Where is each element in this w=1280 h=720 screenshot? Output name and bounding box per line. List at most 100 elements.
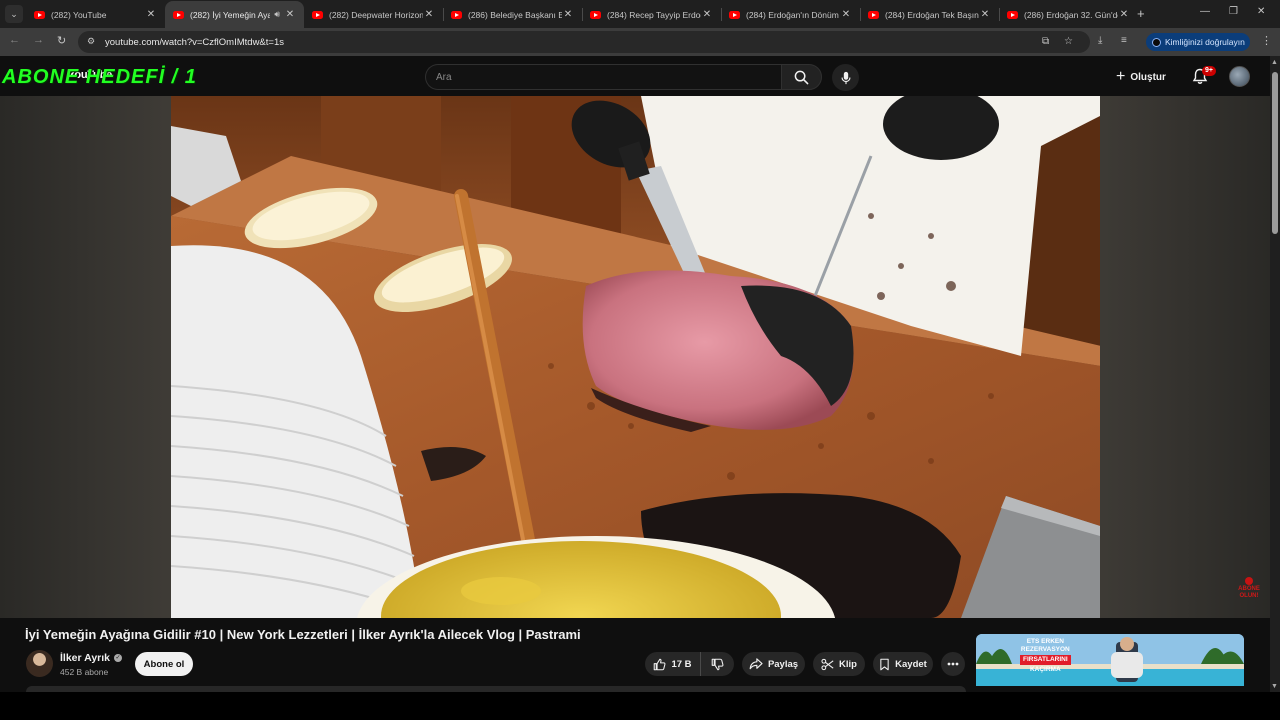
tab-close-icon[interactable]: ✕ bbox=[562, 9, 574, 20]
browser-menu-icon[interactable]: ⋮ bbox=[1261, 34, 1272, 47]
browser-tab[interactable]: (284) Erdoğan'ın Dönüm ✕ bbox=[721, 1, 860, 28]
bookmark-star-icon[interactable]: ☆ bbox=[1064, 36, 1073, 47]
ad-hotel-pool-image bbox=[976, 634, 1244, 692]
sponsored-ad-card[interactable]: ETS ERKEN REZERVASYON FIRSATLARINI KAÇIR… bbox=[976, 634, 1244, 692]
reload-icon[interactable]: ↻ bbox=[57, 34, 66, 47]
forward-arrow-icon[interactable]: → bbox=[33, 34, 44, 46]
verify-identity-button[interactable]: Kimliğinizi doğrulayın bbox=[1146, 33, 1250, 51]
dislike-button[interactable] bbox=[701, 652, 734, 676]
search-placeholder: Ara bbox=[436, 72, 452, 83]
browser-tab[interactable]: (284) Erdoğan Tek Başına ✕ bbox=[860, 1, 999, 28]
tab-list: (282) YouTube ✕ (282) İyi Yemeğin Ayağ 🔊… bbox=[26, 1, 1138, 28]
browser-toolbar: ← → ↻ ⚙ youtube.com/watch?v=CzflOmIMtdw&… bbox=[0, 28, 1280, 56]
browser-tabstrip: ⌄ (282) YouTube ✕ (282) İyi Yemeğin Ayağ… bbox=[0, 0, 1280, 28]
window-close-icon[interactable]: ✕ bbox=[1257, 6, 1265, 17]
create-button[interactable]: + Oluştur bbox=[1116, 64, 1166, 90]
youtube-favicon-icon bbox=[34, 10, 45, 19]
abone-olun-watermark: ABONE OLUN! bbox=[1234, 577, 1264, 600]
bell-watermark-icon bbox=[1245, 577, 1253, 585]
ad-text-badge: ETS ERKEN REZERVASYON FIRSATLARINI KAÇIR… bbox=[1020, 638, 1071, 674]
address-bar[interactable]: ⚙ youtube.com/watch?v=CzflOmIMtdw&t=1s ⧉… bbox=[78, 31, 1090, 53]
back-arrow-icon[interactable]: ← bbox=[9, 34, 20, 46]
install-app-icon[interactable]: ⧉ bbox=[1042, 36, 1049, 47]
browser-tab[interactable]: (286) Belediye Başkanı Erd ✕ bbox=[443, 1, 582, 28]
youtube-favicon-icon bbox=[1007, 10, 1018, 19]
account-avatar[interactable] bbox=[1229, 66, 1250, 87]
more-actions-button[interactable] bbox=[941, 652, 965, 676]
video-title: İyi Yemeğin Ayağına Gidilir #10 | New Yo… bbox=[25, 627, 581, 642]
youtube-favicon-icon bbox=[173, 10, 184, 19]
tab-close-icon[interactable]: ✕ bbox=[284, 9, 296, 20]
scroll-up-arrow-icon[interactable]: ▲ bbox=[1271, 59, 1278, 66]
search-icon bbox=[794, 70, 809, 84]
channel-name-row[interactable]: İlker Ayrık ✓ bbox=[60, 652, 123, 664]
search-input[interactable]: Ara bbox=[425, 64, 782, 90]
watermark-line2: OLUN! bbox=[1239, 593, 1259, 599]
minimize-icon[interactable]: — bbox=[1200, 6, 1210, 17]
more-horizontal-icon bbox=[947, 662, 959, 666]
save-button[interactable]: Kaydet bbox=[873, 652, 933, 676]
tab-title: (282) Deepwater Horizon bbox=[329, 9, 423, 20]
tab-title: (286) Belediye Başkanı Erd bbox=[468, 9, 562, 20]
restore-icon[interactable]: ❐ bbox=[1229, 6, 1238, 17]
browser-tab-active[interactable]: (282) İyi Yemeğin Ayağ 🔊︎ ✕ bbox=[165, 1, 304, 28]
search-button[interactable] bbox=[781, 64, 822, 90]
browser-tab[interactable]: (282) YouTube ✕ bbox=[26, 1, 165, 28]
tab-search-chevron-icon[interactable]: ⌄ bbox=[5, 5, 23, 23]
taskbar-strip bbox=[0, 692, 1280, 720]
voice-search-button[interactable] bbox=[832, 64, 859, 91]
new-tab-plus-icon[interactable]: + bbox=[1137, 6, 1145, 21]
tab-title: (284) Erdoğan'ın Dönüm bbox=[746, 9, 839, 20]
ad-line4: KAÇIRMA bbox=[1029, 666, 1061, 673]
notification-count-badge: 9+ bbox=[1202, 66, 1216, 76]
tab-close-icon[interactable]: ✕ bbox=[701, 9, 713, 20]
browser-tab[interactable]: (282) Deepwater Horizon ✕ bbox=[304, 1, 443, 28]
subscriber-count: 452 B abone bbox=[60, 667, 109, 677]
tab-title: (284) Recep Tayyip Erdoğ bbox=[607, 9, 701, 20]
url-text[interactable]: youtube.com/watch?v=CzflOmIMtdw&t=1s bbox=[105, 37, 284, 48]
browser-tab[interactable]: (284) Recep Tayyip Erdoğ ✕ bbox=[582, 1, 721, 28]
video-frame-pastrami-slicing bbox=[171, 96, 1100, 618]
share-arrow-icon bbox=[749, 658, 763, 670]
tab-close-icon[interactable]: ✕ bbox=[1118, 9, 1130, 20]
tab-close-icon[interactable]: ✕ bbox=[145, 9, 157, 20]
profile-dot-icon bbox=[1152, 37, 1161, 47]
site-info-icon[interactable]: ⚙ bbox=[87, 36, 95, 47]
download-icon[interactable]: ⤓ bbox=[1098, 35, 1102, 46]
speaker-icon[interactable]: 🔊︎ bbox=[274, 9, 280, 20]
browser-tab[interactable]: (286) Erdoğan 32. Gün'de ✕ bbox=[999, 1, 1138, 28]
tab-close-icon[interactable]: ✕ bbox=[840, 9, 852, 20]
subscribe-button[interactable]: Abone ol bbox=[135, 652, 193, 676]
tab-title: (282) YouTube bbox=[51, 9, 107, 20]
video-player[interactable] bbox=[171, 96, 1100, 618]
like-button[interactable]: 17 B bbox=[645, 652, 701, 676]
like-dislike-group: 17 B bbox=[645, 652, 734, 676]
thumbs-down-icon bbox=[711, 658, 724, 670]
share-label: Paylaş bbox=[767, 658, 799, 670]
save-label: Kaydet bbox=[895, 658, 927, 670]
create-label: Oluştur bbox=[1130, 71, 1166, 83]
scrollbar-thumb[interactable] bbox=[1272, 72, 1278, 234]
tab-close-icon[interactable]: ✕ bbox=[979, 9, 991, 20]
youtube-favicon-icon bbox=[451, 10, 462, 19]
youtube-masthead: YouTube ABONE HEDEFİ / 1 Ara + Oluştur 9… bbox=[0, 56, 1270, 96]
youtube-favicon-icon bbox=[868, 10, 879, 19]
media-controls-icon[interactable]: ≡ bbox=[1121, 35, 1127, 46]
tab-title: (286) Erdoğan 32. Gün'de bbox=[1024, 9, 1118, 20]
ad-line1: ETS ERKEN bbox=[1026, 638, 1064, 645]
youtube-favicon-icon bbox=[312, 10, 323, 19]
bookmark-icon bbox=[880, 658, 889, 670]
channel-name[interactable]: İlker Ayrık bbox=[60, 652, 110, 664]
tab-close-icon[interactable]: ✕ bbox=[423, 9, 435, 20]
youtube-favicon-icon bbox=[590, 10, 601, 19]
ad-line2: REZERVASYON bbox=[1020, 646, 1070, 653]
like-count: 17 B bbox=[671, 658, 692, 670]
clip-button[interactable]: Klip bbox=[813, 652, 865, 676]
channel-avatar[interactable] bbox=[26, 650, 53, 677]
scissors-icon bbox=[821, 658, 834, 670]
scroll-down-arrow-icon[interactable]: ▼ bbox=[1271, 683, 1278, 690]
verify-label: Kimliğinizi doğrulayın bbox=[1165, 37, 1245, 47]
plus-icon: + bbox=[1116, 68, 1126, 85]
verified-check-icon: ✓ bbox=[114, 654, 123, 662]
share-button[interactable]: Paylaş bbox=[742, 652, 805, 676]
